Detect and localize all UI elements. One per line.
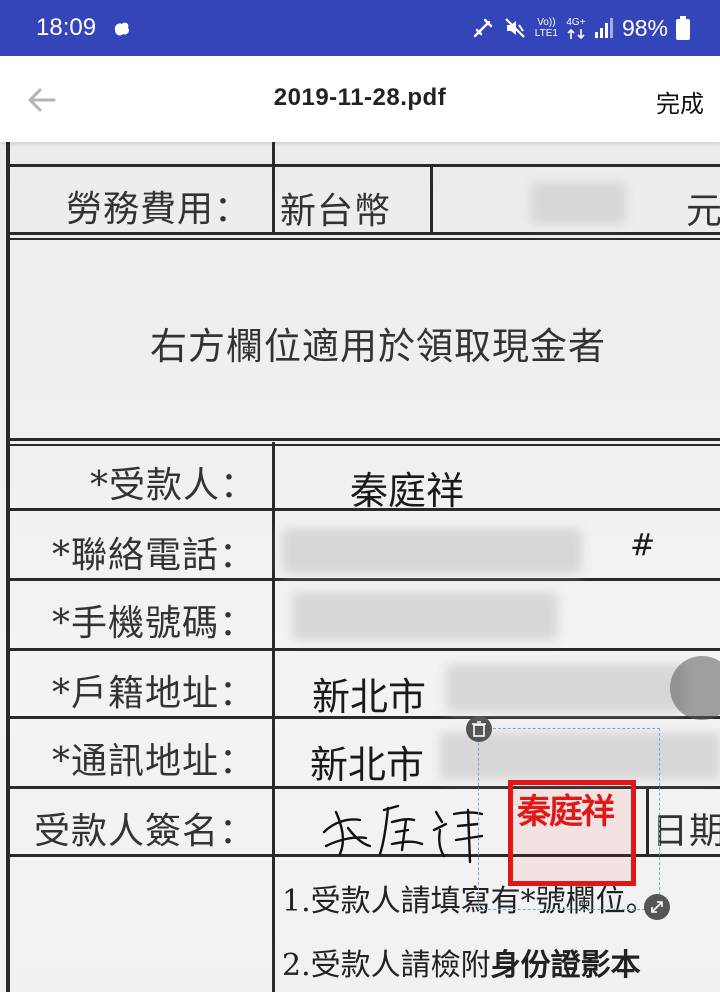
notification-app-icon <box>114 22 130 36</box>
table-line <box>272 142 275 232</box>
currency-label: 新台幣 <box>280 191 392 232</box>
redacted-amount <box>530 182 626 224</box>
table-line <box>6 444 720 446</box>
table-line <box>430 166 433 234</box>
note-2: 2.受款人請檢附身份證影本 <box>282 940 641 984</box>
payee-label: *受款人： <box>90 465 258 506</box>
battery-icon <box>676 16 690 40</box>
redacted-household-address <box>446 664 686 712</box>
done-button[interactable]: 完成 <box>656 84 704 119</box>
red-seal-stamp[interactable]: 秦庭祥 <box>508 780 636 886</box>
mobile-label: *手機號碼： <box>52 603 257 644</box>
mailing-city: 新北市 <box>310 743 425 787</box>
signature-label: 受款人簽名： <box>34 811 257 852</box>
redacted-phone <box>282 528 582 574</box>
redacted-mobile <box>292 592 558 640</box>
mailing-address-label: *通訊地址： <box>52 741 257 782</box>
fee-label: 勞務費用： <box>66 189 252 230</box>
status-time: 18:09 <box>36 14 97 41</box>
note-2-prefix: 2.受款人請檢附 <box>282 948 491 983</box>
delete-handle[interactable] <box>466 716 492 742</box>
handwritten-signature <box>322 804 484 864</box>
status-icons: Vo)) LTE1 4G+ 98% <box>471 14 690 42</box>
table-line <box>6 164 720 167</box>
data-arrows-icon <box>567 28 585 39</box>
network-type-label: 4G+ <box>566 16 586 28</box>
table-line <box>6 648 720 651</box>
document-title: 2019-11-28.pdf <box>273 84 447 111</box>
phone-label: *聯絡電話： <box>52 535 257 576</box>
status-bar: 18:09 Vo)) LTE1 4G+ 98% <box>0 0 720 56</box>
resize-icon <box>651 901 663 913</box>
volte-label: Vo)) <box>537 17 556 28</box>
seal-text: 秦庭祥 <box>517 792 615 832</box>
payee-value: 秦庭祥 <box>350 469 465 513</box>
network-type: 4G+ <box>566 17 586 40</box>
currency-unit: 元 <box>686 191 720 232</box>
table-line <box>6 238 720 240</box>
cash-notice: 右方欄位適用於領取現金者 <box>150 325 606 368</box>
trash-icon <box>472 721 486 737</box>
phone-ext-label: # <box>630 528 656 563</box>
table-line <box>6 142 10 992</box>
table-line <box>6 438 720 441</box>
nfc-icon <box>473 18 492 38</box>
household-city: 新北市 <box>312 675 427 719</box>
app-bar: 2019-11-28.pdf 完成 <box>0 56 720 142</box>
battery-percent: 98% <box>621 14 668 41</box>
note-2-bold: 身份證影本 <box>490 948 641 983</box>
household-address-label: *戶籍地址： <box>52 673 257 714</box>
table-line <box>6 578 720 581</box>
network-label: Vo)) LTE1 <box>535 17 558 39</box>
lte-label: LTE1 <box>534 28 558 39</box>
mute-icon <box>505 18 525 38</box>
date-label: 日期 <box>652 811 720 852</box>
signal-icon <box>594 18 613 38</box>
resize-handle[interactable] <box>644 894 670 920</box>
